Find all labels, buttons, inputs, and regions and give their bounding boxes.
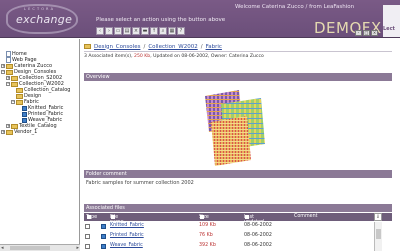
- files-table-header: Type File name Size Last updated Comment: [84, 213, 392, 225]
- folder-icon: [11, 123, 18, 129]
- sort-icon[interactable]: [111, 215, 115, 219]
- new-folder-icon[interactable]: ▬: [141, 27, 149, 35]
- expand-icon[interactable]: +: [6, 76, 10, 80]
- copy-icon[interactable]: ▭: [114, 27, 122, 35]
- collapse-icon[interactable]: −: [6, 82, 10, 86]
- app-header: L E C T O R A exchange Please select an …: [0, 0, 400, 38]
- search-icon[interactable]: ⌕: [159, 27, 167, 35]
- file-date: 08-06-2002: [244, 233, 272, 238]
- file-size: 109 Kb: [199, 223, 216, 228]
- lectora-badge: Lect: [383, 5, 400, 37]
- breadcrumb-collection-w2002[interactable]: Collection_W2002: [148, 44, 197, 50]
- breadcrumb-separator: /: [143, 43, 146, 50]
- folder-icon: [6, 63, 13, 69]
- file-icon: [101, 244, 106, 249]
- folder-icon: [6, 69, 13, 75]
- folder-icon: [11, 81, 18, 87]
- back-icon[interactable]: ‹: [96, 27, 104, 35]
- breadcrumb-separator: /: [200, 43, 203, 50]
- help-icon[interactable]: ?: [177, 27, 185, 35]
- folder-tree: Home Web Page + Caterina Zucco − Design_…: [0, 39, 80, 251]
- file-size: 76 Kb: [199, 233, 213, 238]
- file-icon: [22, 105, 27, 111]
- file-name-link[interactable]: Weave_Fabric: [110, 243, 143, 248]
- info-size: 250 Kb: [134, 54, 151, 59]
- logo-small-text: L E C T O R A: [24, 7, 54, 11]
- file-icon: [22, 117, 27, 123]
- scroll-thumb[interactable]: [10, 246, 50, 250]
- scroll-left-icon[interactable]: ◂: [1, 245, 4, 251]
- maximize-button[interactable]: □: [363, 30, 370, 36]
- delete-icon[interactable]: ×: [132, 27, 140, 35]
- expand-icon[interactable]: +: [6, 124, 10, 128]
- folder-icon: [16, 99, 23, 105]
- close-button[interactable]: ×: [371, 30, 378, 36]
- logo: L E C T O R A exchange: [6, 4, 78, 34]
- scroll-right-icon[interactable]: ▸: [76, 245, 79, 251]
- folder-comment-text: Fabric samples for summer collection 200…: [86, 180, 194, 186]
- collapse-icon[interactable]: −: [1, 70, 5, 74]
- folder-icon: [6, 129, 13, 135]
- breadcrumb-fabric[interactable]: Fabric: [206, 44, 222, 50]
- upload-icon[interactable]: ↑: [150, 27, 158, 35]
- folder-icon: [16, 93, 23, 99]
- window-buttons: - □ ×: [355, 30, 378, 36]
- info-suffix: , Updated on 08-06-2002, Owner: Caterina…: [150, 54, 264, 59]
- action-prompt: Please select an action using the button…: [96, 17, 226, 23]
- tree-item-vendor-1[interactable]: + Vendor_1: [1, 129, 37, 135]
- folder-icon: [16, 87, 23, 93]
- file-name-link[interactable]: Knitted_Fabric: [110, 223, 144, 228]
- breadcrumb: Design_Consoles / Collection_W2002 / Fab…: [84, 42, 392, 52]
- folder-icon: [84, 44, 91, 49]
- paste-icon[interactable]: ▤: [123, 27, 131, 35]
- breadcrumb-design-consoles[interactable]: Design_Consoles: [94, 44, 140, 50]
- file-icon: [101, 224, 106, 229]
- collapse-icon[interactable]: −: [11, 100, 15, 104]
- overview-header: Overview: [84, 73, 392, 81]
- logo-text: exchange: [16, 13, 73, 26]
- file-date: 08-06-2002: [244, 223, 272, 228]
- folder-comment-header: Folder comment: [84, 170, 392, 178]
- minimize-button[interactable]: -: [355, 30, 362, 36]
- file-icon: [22, 111, 27, 117]
- folder-info: 3 Associated item(s), 250 Kb, Updated on…: [84, 54, 264, 59]
- sort-icon[interactable]: [87, 215, 91, 219]
- table-row[interactable]: Knitted_Fabric 109 Kb 08-06-2002: [84, 223, 392, 230]
- file-size: 392 Kb: [199, 243, 216, 248]
- main-panel: Design_Consoles / Collection_W2002 / Fab…: [81, 39, 400, 251]
- sort-icon[interactable]: [245, 215, 249, 219]
- row-checkbox[interactable]: [85, 244, 90, 249]
- row-checkbox[interactable]: [85, 224, 90, 229]
- scroll-thumb[interactable]: [376, 229, 381, 239]
- welcome-text: Welcome Caterina Zucco / from LeaFashion: [235, 4, 355, 10]
- column-comment: Comment: [294, 214, 318, 219]
- download-icon[interactable]: ⇓: [374, 213, 382, 221]
- file-icon: [101, 234, 106, 239]
- lectora-label: Lect: [383, 26, 395, 32]
- forward-icon[interactable]: ›: [105, 27, 113, 35]
- row-checkbox[interactable]: [85, 234, 90, 239]
- expand-icon[interactable]: +: [1, 64, 5, 68]
- sort-icon[interactable]: [200, 215, 204, 219]
- print-icon[interactable]: ▦: [168, 27, 176, 35]
- expand-icon[interactable]: +: [1, 130, 5, 134]
- info-prefix: 3 Associated item(s),: [84, 54, 135, 59]
- table-row[interactable]: Printed_Fabric 76 Kb 08-06-2002: [84, 233, 392, 240]
- file-name-link[interactable]: Printed_Fabric: [110, 233, 144, 238]
- fabric-preview-image: [199, 86, 272, 170]
- tree-item-label: Vendor_1: [14, 129, 38, 135]
- table-row[interactable]: Weave_Fabric 392 Kb 08-06-2002: [84, 243, 392, 250]
- file-date: 08-06-2002: [244, 243, 272, 248]
- vertical-scrollbar[interactable]: [374, 222, 382, 251]
- associated-files-header: Associated files: [84, 204, 392, 212]
- horizontal-scrollbar[interactable]: ◂ ▸: [0, 244, 80, 251]
- action-toolbar: ‹ › ▭ ▤ × ▬ ↑ ⌕ ▦ ?: [96, 27, 185, 36]
- folder-icon: [11, 75, 18, 81]
